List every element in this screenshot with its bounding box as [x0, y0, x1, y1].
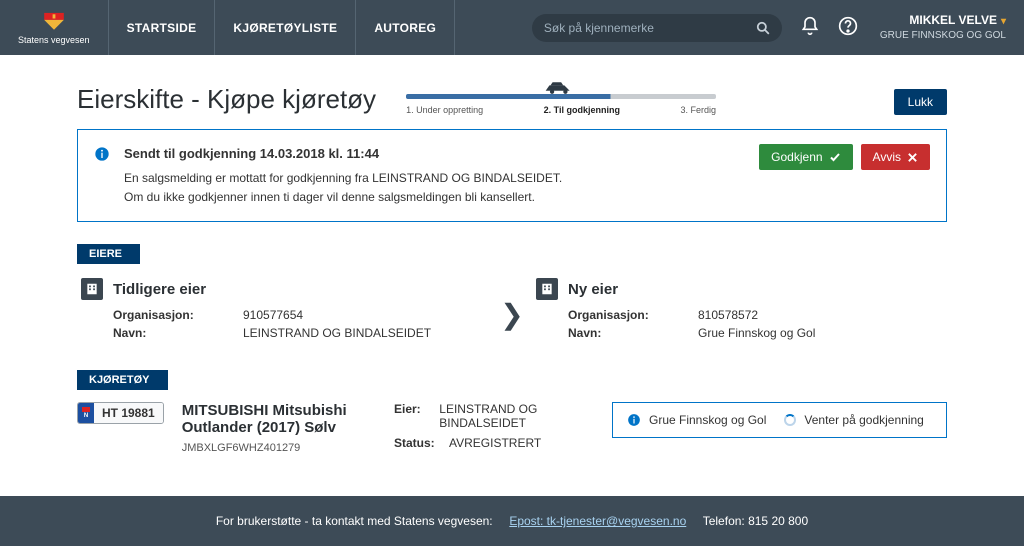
label-name: Navn:	[568, 326, 698, 340]
nav-autoreg[interactable]: AUTOREG	[355, 0, 455, 55]
notice-line1: En salgsmelding er mottatt for godkjenni…	[124, 171, 562, 185]
page-title: Eierskifte - Kjøpe kjøretøy	[77, 84, 376, 115]
owners-section: Tidligere eier Organisasjon:910577654 Na…	[77, 274, 947, 348]
car-icon	[542, 79, 576, 95]
nav-kjoretoyliste[interactable]: KJØRETØYLISTE	[214, 0, 355, 55]
building-icon	[536, 278, 558, 300]
approve-label: Godkjenn	[771, 150, 822, 164]
reject-label: Avvis	[873, 150, 901, 164]
close-button[interactable]: Lukk	[894, 89, 947, 115]
crest-icon	[40, 11, 68, 33]
vehicle-status: AVREGISTRERT	[449, 436, 541, 450]
plate-number: HT 19881	[94, 403, 163, 423]
label-status: Status:	[394, 436, 449, 450]
status-buyer: Grue Finnskog og Gol	[649, 413, 766, 427]
search-field[interactable]	[532, 14, 782, 42]
footer: For brukerstøtte - ta kontakt med Staten…	[0, 496, 1024, 546]
step-2: 2. Til godkjenning	[544, 105, 620, 115]
new-owner-org: 810578572	[698, 308, 758, 322]
license-plate: N HT 19881	[77, 402, 164, 424]
prev-owner-name: LEINSTRAND OG BINDALSEIDET	[243, 326, 431, 340]
vehicle-vin: JMBXLGF6WHZ401279	[182, 442, 376, 454]
new-owner-heading: Ny eier	[568, 281, 618, 298]
primary-nav: STARTSIDE KJØRETØYLISTE AUTOREG	[108, 0, 456, 55]
page-body: Eierskifte - Kjøpe kjøretøy 1. Under opp…	[77, 55, 947, 496]
owners-tag: EIERE	[77, 244, 140, 264]
notifications-icon[interactable]	[800, 16, 820, 39]
status-state: Venter på godkjenning	[804, 413, 923, 427]
vehicle-title: MITSUBISHI Mitsubishi Outlander (2017) S…	[182, 402, 376, 436]
building-icon	[81, 278, 103, 300]
label-name: Navn:	[113, 326, 243, 340]
info-icon	[627, 413, 641, 427]
prev-owner-org: 910577654	[243, 308, 303, 322]
new-owner-card: Ny eier Organisasjon:810578572 Navn:Grue…	[532, 274, 947, 348]
vehicle-tag: KJØRETØY	[77, 370, 168, 390]
check-icon	[829, 151, 841, 163]
label-owner: Eier:	[394, 402, 439, 430]
footer-phone: Telefon: 815 20 800	[703, 514, 808, 528]
new-owner-name: Grue Finnskog og Gol	[698, 326, 815, 340]
progress-indicator: 1. Under oppretting 2. Til godkjenning 3…	[406, 77, 716, 115]
reject-button[interactable]: Avvis	[861, 144, 930, 170]
brand-logo[interactable]: Statens vegvesen	[18, 11, 90, 45]
close-icon	[907, 152, 918, 163]
approve-button[interactable]: Godkjenn	[759, 144, 852, 170]
brand-label: Statens vegvesen	[18, 35, 90, 45]
plate-country-icon: N	[78, 403, 94, 423]
approval-status-box: Grue Finnskog og Gol Venter på godkjenni…	[612, 402, 947, 438]
chevron-down-icon: ▾	[1001, 16, 1006, 27]
notice-title: Sendt til godkjenning 14.03.2018 kl. 11:…	[124, 144, 379, 165]
info-icon	[94, 146, 110, 165]
footer-email-link[interactable]: Epost: tk-tjenester@vegvesen.no	[509, 514, 686, 528]
top-bar: Statens vegvesen STARTSIDE KJØRETØYLISTE…	[0, 0, 1024, 55]
label-org: Organisasjon:	[113, 308, 243, 322]
search-icon	[756, 21, 770, 35]
notice-line2: Om du ikke godkjenner innen ti dager vil…	[124, 190, 535, 204]
transfer-arrow-icon: ❯	[492, 298, 532, 331]
approval-notice: Sendt til godkjenning 14.03.2018 kl. 11:…	[77, 129, 947, 222]
vehicle-section: N HT 19881 MITSUBISHI Mitsubishi Outland…	[77, 402, 947, 456]
nav-startside[interactable]: STARTSIDE	[108, 0, 215, 55]
user-menu[interactable]: MIKKEL VELVE ▾ GRUE FINNSKOG OG GOL	[880, 13, 1006, 42]
spinner-icon	[784, 414, 796, 426]
footer-text: For brukerstøtte - ta kontakt med Staten…	[216, 514, 493, 528]
previous-owner-card: Tidligere eier Organisasjon:910577654 Na…	[77, 274, 492, 348]
user-org: GRUE FINNSKOG OG GOL	[880, 29, 1006, 42]
label-org: Organisasjon:	[568, 308, 698, 322]
step-3: 3. Ferdig	[681, 105, 717, 115]
help-icon[interactable]	[838, 16, 858, 39]
prev-owner-heading: Tidligere eier	[113, 281, 206, 298]
vehicle-owner: LEINSTRAND OG BINDALSEIDET	[439, 402, 594, 430]
user-name: MIKKEL VELVE	[909, 13, 997, 27]
step-1: 1. Under oppretting	[406, 105, 483, 115]
search-input[interactable]	[544, 21, 756, 35]
